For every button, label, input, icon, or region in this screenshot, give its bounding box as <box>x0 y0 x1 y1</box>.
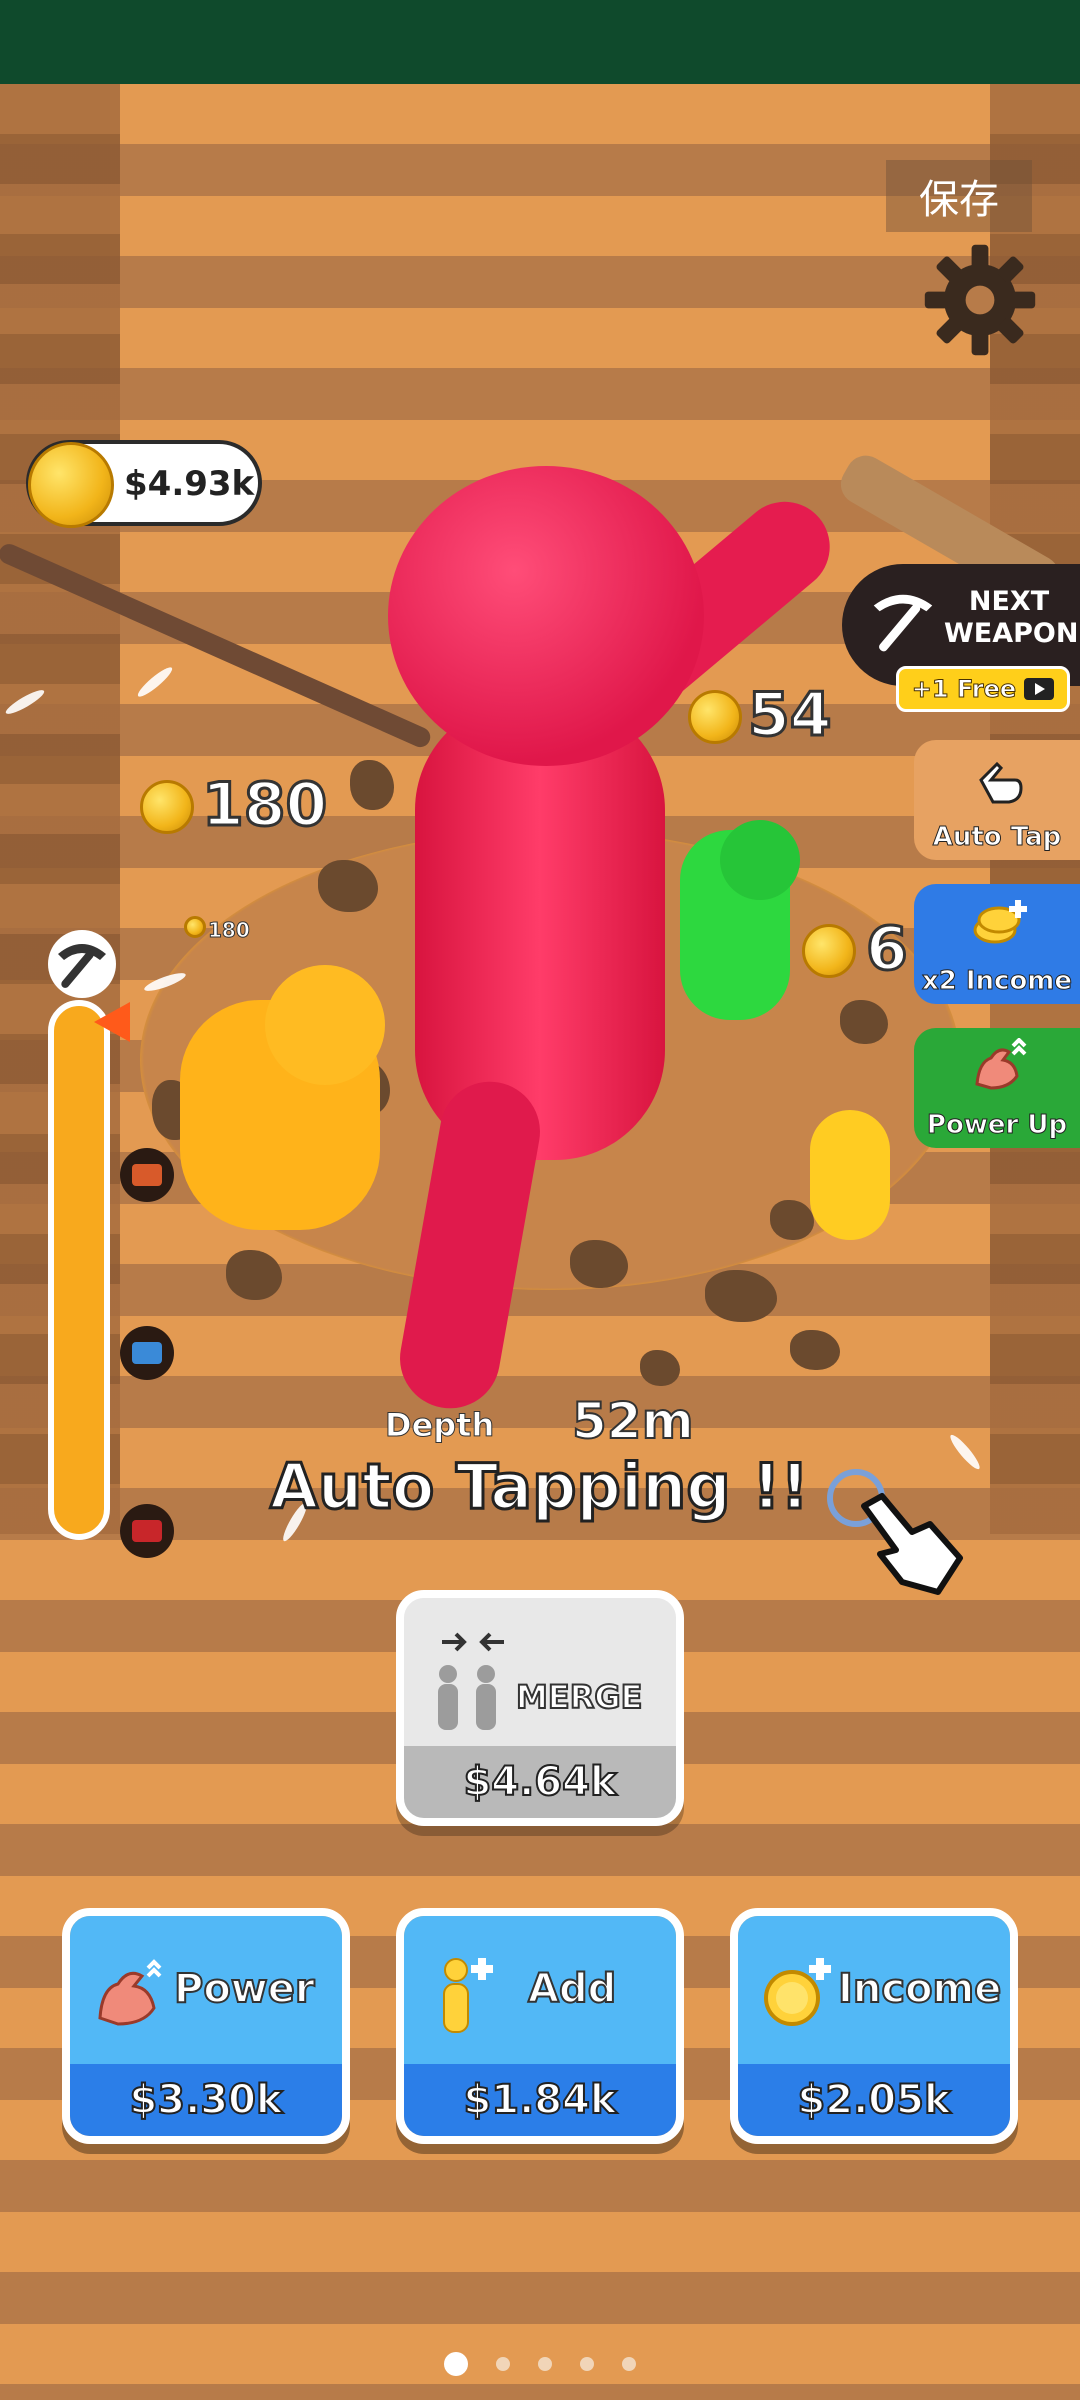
card-price-bar: $1.84k <box>404 2064 676 2136</box>
depth-value: 52m <box>571 1391 695 1451</box>
page-indicator <box>0 2344 1080 2384</box>
page-dot-active[interactable] <box>444 2352 468 2376</box>
red-miner-head <box>388 466 704 766</box>
add-upgrade-label: Add <box>527 1965 617 2013</box>
coin-icon <box>688 690 742 744</box>
income-upgrade-price: $2.05k <box>796 2076 951 2124</box>
power-upgrade-button[interactable]: Power $3.30k <box>62 1908 350 2144</box>
depth-label: Depth <box>384 1406 495 1445</box>
auto-tap-label: Auto Tap <box>932 822 1062 853</box>
muscle-arm-icon <box>98 1959 162 2026</box>
coin-amount: $4.93k <box>124 464 255 504</box>
depth-progress-bar <box>48 1000 110 1540</box>
merge-label: MERGE <box>515 1677 643 1717</box>
reward-value-small: 180 <box>208 918 251 943</box>
income-upgrade-label: Income <box>837 1965 1002 2013</box>
coin-counter: $4.93k <box>26 440 262 528</box>
income-upgrade-button[interactable]: Income $2.05k <box>730 1908 1018 2144</box>
next-weapon-label: NEXT WEAPON <box>944 586 1079 650</box>
person-plus-icon <box>443 1958 493 2033</box>
rock <box>790 1330 840 1370</box>
page-dot[interactable] <box>538 2357 552 2371</box>
coin-plus-icon <box>764 1958 831 2026</box>
rock <box>840 1000 888 1044</box>
rock <box>770 1200 814 1240</box>
red-miner-body <box>415 700 665 1160</box>
green-miner-head <box>720 820 800 900</box>
card-price-bar: $3.30k <box>70 2064 342 2136</box>
merge-button[interactable]: MERGE $4.64k <box>396 1590 684 1826</box>
x2-income-button[interactable]: x2 Income <box>914 884 1080 1004</box>
power-up-label: Power Up <box>926 1110 1068 1141</box>
page-dot[interactable] <box>622 2357 636 2371</box>
merge-people-icon <box>438 1665 496 1730</box>
merge-arrows-icon <box>442 1632 504 1652</box>
chest-milestone <box>120 1504 174 1558</box>
x2-income-label: x2 Income <box>921 966 1073 997</box>
free-badge-label: +1 Free <box>911 675 1017 704</box>
gear-icon[interactable] <box>920 240 1040 360</box>
auto-tapping-status: Auto Tapping !! <box>269 1449 811 1525</box>
pickaxe-icon <box>873 594 933 652</box>
coins-plus-icon <box>973 900 1027 944</box>
reward-value: 180 <box>200 769 328 842</box>
rock <box>640 1350 680 1386</box>
depth-current-marker <box>94 1002 130 1042</box>
power-up-button[interactable]: Power Up <box>914 1028 1080 1148</box>
yellow-miner-small <box>810 1110 890 1240</box>
power-upgrade-price: $3.30k <box>128 2076 283 2124</box>
card-price-bar: $2.05k <box>738 2064 1010 2136</box>
reward-value: 54 <box>747 679 833 752</box>
status-bar <box>0 0 1080 84</box>
muscle-arm-icon <box>975 1038 1027 1090</box>
add-upgrade-price: $1.84k <box>462 2076 617 2124</box>
yellow-miner-head <box>265 965 385 1085</box>
coin-icon <box>184 916 206 938</box>
next-weapon-line1: NEXT <box>968 586 1050 617</box>
coin-icon <box>802 924 856 978</box>
coin-icon <box>140 780 194 834</box>
chest-milestone <box>120 1148 174 1202</box>
free-weapon-badge[interactable]: +1 Free <box>896 666 1070 712</box>
hand-tap-icon <box>979 761 1023 804</box>
page-dot[interactable] <box>496 2357 510 2371</box>
tap-hand-icon <box>827 1469 963 1595</box>
merge-price: $4.64k <box>462 1758 617 1806</box>
coin-icon <box>28 442 114 528</box>
reward-value: 6 <box>865 913 910 986</box>
next-weapon-line2: WEAPON <box>944 618 1079 649</box>
chest-milestone <box>120 1326 174 1380</box>
power-upgrade-label: Power <box>173 1965 316 2013</box>
merge-price-bar: $4.64k <box>404 1746 676 1818</box>
pickaxe-icon <box>48 930 116 998</box>
add-upgrade-button[interactable]: Add $1.84k <box>396 1908 684 2144</box>
page-dot[interactable] <box>580 2357 594 2371</box>
save-button[interactable]: 保存 <box>886 160 1032 232</box>
auto-tap-button[interactable]: Auto Tap <box>914 740 1080 860</box>
video-play-icon <box>1024 678 1055 700</box>
